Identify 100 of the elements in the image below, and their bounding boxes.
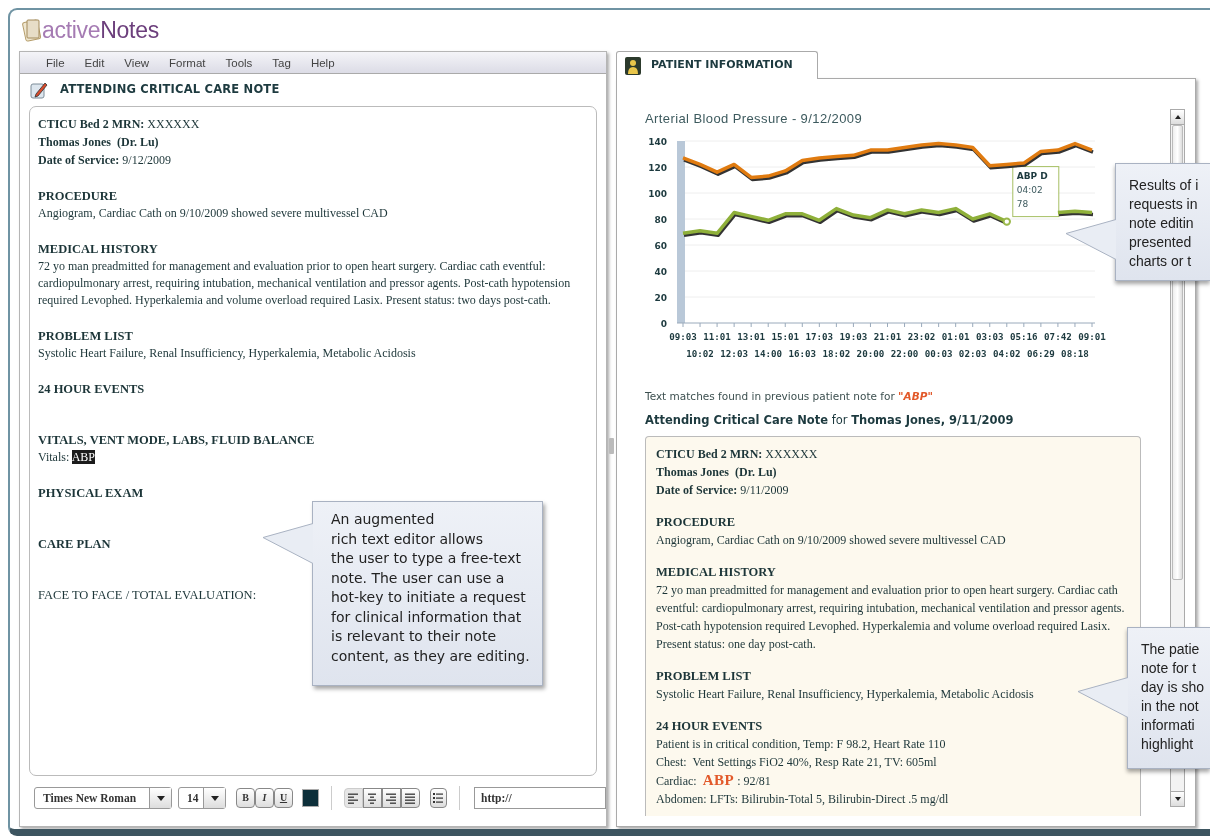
y-tick-label: 0 — [660, 318, 667, 328]
y-tick-label: 40 — [654, 266, 667, 276]
y-tick-label: 20 — [654, 292, 667, 302]
data-point-marker — [1002, 216, 1011, 226]
x-tick-label: 09:01 — [1078, 330, 1106, 342]
section-heading: FACE TO FACE / TOTAL EVALUATION: — [38, 587, 257, 604]
x-tick-label: 08:18 — [1061, 347, 1089, 359]
note-line: Date of Service: 9/12/2009 — [38, 152, 171, 169]
link-field[interactable]: http:// — [474, 787, 606, 809]
align-left-icon — [347, 792, 360, 804]
note-line: Abdomen: LFTs: Bilirubin-Total 5, Bilirubin-Direct .5 mg/dl — [656, 790, 949, 808]
callout-text: Results of i requests in note editin presented charts or t — [1129, 176, 1199, 271]
note-line: Patient is in critical condition, Temp: F 98.2, Heart Rate 110 — [656, 735, 946, 753]
splitter-handle[interactable] — [609, 438, 614, 454]
section-heading: MEDICAL HISTORY — [38, 241, 158, 258]
y-tick-label: 140 — [648, 136, 667, 146]
notepad-logo-icon — [22, 18, 42, 42]
x-tick-label: 03:03 — [975, 330, 1004, 342]
x-tick-label: 16:03 — [788, 347, 817, 359]
x-tick-label: 15:01 — [771, 330, 800, 342]
note-line: Systolic Heart Failure, Renal Insufficiency, Hyperkalemia, Metabolic Acidosis — [38, 345, 416, 362]
x-tick-label: 07:42 — [1044, 330, 1072, 342]
menu-item[interactable]: View — [114, 52, 160, 73]
underline-button[interactable]: U — [274, 788, 293, 808]
person-icon — [625, 56, 641, 75]
section-heading: PHYSICAL EXAM — [38, 485, 144, 502]
note-line: CTICU Bed 2 MRN: XXXXXX — [38, 116, 200, 133]
note-line: CTICU Bed 2 MRN: XXXXXX — [656, 445, 818, 463]
italic-button[interactable]: I — [255, 788, 274, 808]
section-heading: PROBLEM LIST — [656, 667, 751, 685]
note-line: Cardiac: ABP : 92/81 — [656, 770, 771, 790]
note-line: Systolic Heart Failure, Renal Insufficiency, Hyperkalemia, Metabolic Acidosis — [656, 685, 1034, 703]
editor-title: ATTENDING CRITICAL CARE NOTE — [60, 81, 280, 99]
x-tick-label: 14:00 — [754, 347, 783, 359]
note-line: Angiogram, Cardiac Cath on 9/10/2009 showed severe multivessel CAD — [38, 205, 388, 222]
menu-item[interactable]: Tools — [215, 52, 263, 73]
caret-icon — [210, 795, 219, 801]
note-line: Angiogram, Cardiac Cath on 9/10/2009 showed severe multivessel CAD — [656, 531, 1006, 549]
x-tick-label: 00:03 — [924, 347, 953, 359]
x-tick-label: 12:03 — [720, 347, 748, 359]
x-tick-label: 10:02 — [686, 347, 714, 359]
tooltip-box — [1012, 165, 1060, 217]
tooltip-series: ABP D — [1016, 170, 1048, 181]
x-tick-label: 02:03 — [958, 347, 987, 359]
bold-button[interactable]: B — [236, 788, 255, 808]
y-tick-label: 60 — [654, 240, 667, 250]
align-right-icon — [385, 792, 398, 804]
align-left-button[interactable] — [343, 788, 363, 808]
y-tick-label: 100 — [648, 188, 667, 198]
note-line: Thomas Jones (Dr. Lu) — [656, 463, 777, 481]
section-heading: PROCEDURE — [656, 513, 736, 531]
scroll-up-button[interactable] — [1171, 110, 1184, 125]
y-tick-label: 120 — [648, 162, 667, 172]
x-tick-label: 04:02 — [992, 347, 1021, 359]
scroll-down-button[interactable] — [1171, 791, 1184, 806]
chart-title: Arterial Blood Pressure - 9/12/2009 — [645, 110, 863, 128]
x-tick-label: 17:03 — [805, 330, 834, 342]
text-color-button[interactable] — [302, 789, 319, 807]
tooltip-value: 78 — [1016, 198, 1029, 209]
section-heading: CARE PLAN — [38, 536, 111, 553]
section-heading: 24 HOUR EVENTS — [38, 381, 145, 398]
pencil-icon — [30, 81, 48, 99]
note-editor[interactable] — [29, 106, 597, 776]
x-tick-label: 21:01 — [873, 330, 902, 342]
note-line: Thomas Jones (Dr. Lu) — [38, 134, 159, 151]
app-logo: activeNotes — [42, 18, 159, 42]
x-tick-label: 06:29 — [1027, 347, 1055, 359]
note-line: Date of Service: 9/11/2009 — [656, 481, 789, 499]
previous-note-title: Attending Critical Care Note for Thomas Jones, 9/11/2009 — [645, 412, 1014, 430]
section-heading: PROCEDURE — [38, 188, 118, 205]
align-center-icon — [366, 792, 379, 804]
align-center-button[interactable] — [362, 788, 382, 808]
note-paragraph: 72 yo man preadmitted for management and evaluation prior to open heart surgery. Cardiac cath eventful: cardiopulmonary arrest, requiring intubation, mechanical ventilation and pressor agents. Post-cath hypotension required Levophed. Hyperkalemia and volume overload required Lasix. Present status: one day post-cath. — [656, 581, 1126, 653]
x-tick-label: 23:02 — [907, 330, 936, 342]
menu-item[interactable]: Tag — [262, 52, 301, 73]
x-tick-label: 09:03 — [669, 330, 697, 342]
font-size-dropdown[interactable]: 14 — [178, 787, 226, 809]
menu-item[interactable]: Help — [300, 52, 345, 73]
section-heading: PROBLEM LIST — [38, 328, 133, 345]
note-paragraph: 72 yo man preadmitted for management and evaluation prior to open heart surgery. Cardiac cath eventful: cardiopulmonary arrest, requiring intubation, mechanical ventilation and pressor agents. Post-cath hypotension required Levophed. Hyperkalemia and volume overload required Lasix. Present status: two days post-cath. — [38, 258, 572, 309]
note-line: Chest: Vent Settings FiO2 40%, Resp Rate 21, TV: 605ml — [656, 753, 937, 771]
x-tick-label: 01:01 — [941, 330, 970, 342]
tooltip-time: 04:02 — [1016, 184, 1043, 195]
bulleted-list-button[interactable] — [429, 788, 448, 808]
note-line: Vitals: ABP — [38, 449, 95, 466]
menu-item[interactable]: File — [36, 52, 75, 73]
section-heading: VITALS, VENT MODE, LABS, FLUID BALANCE — [38, 432, 315, 449]
x-tick-label: 13:01 — [737, 330, 765, 342]
list-icon — [433, 793, 444, 803]
y-tick-label: 80 — [654, 214, 667, 224]
callout-text: An augmented rich text editor allows the user to type a free-text note. The user can use a hot-key to initiate a request for clinical information that is relevant to their note content, as they are editing. — [331, 510, 530, 666]
menu-item[interactable]: Edit — [74, 52, 115, 73]
align-justify-icon — [404, 792, 417, 804]
patient-information-tab[interactable]: PATIENT INFORMATION — [616, 51, 818, 79]
match-message: Text matches found in previous patient note for "ABP" — [645, 388, 933, 404]
font-dropdown[interactable]: Times New Roman — [34, 787, 172, 809]
menu-item[interactable]: Format — [159, 52, 216, 73]
callout-text: The patie note for t day is sho in the not informati highlight — [1141, 640, 1205, 754]
x-tick-label: 19:03 — [839, 330, 868, 342]
section-heading: MEDICAL HISTORY — [656, 563, 776, 581]
